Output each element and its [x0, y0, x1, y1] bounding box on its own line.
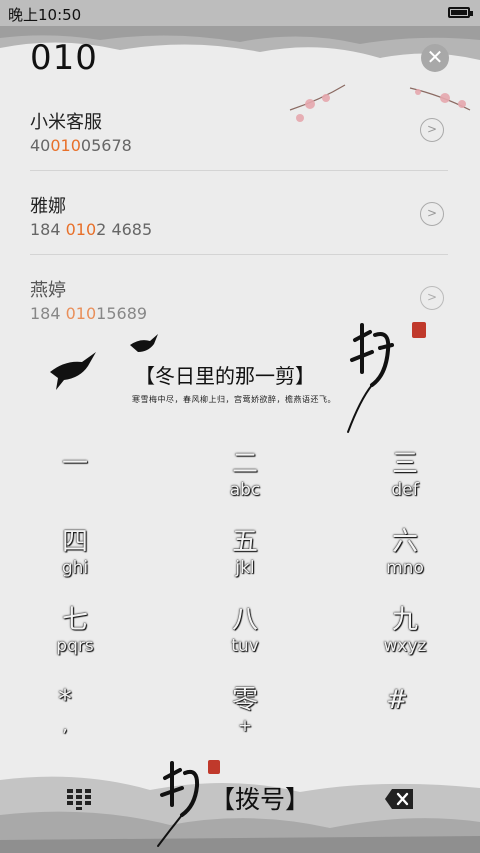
divider: [30, 170, 448, 171]
dialpad-grid-icon[interactable]: [66, 788, 92, 810]
contact-phone: 4001005678: [30, 136, 132, 155]
bottom-action-bar: 【拨号】: [0, 760, 480, 853]
status-bar: 晚上10:50: [0, 0, 480, 26]
key-8[interactable]: 八 tuv: [185, 604, 305, 656]
battery-icon: [448, 7, 473, 18]
clear-input-button[interactable]: ✕: [421, 44, 449, 72]
contact-name: 雅娜: [30, 196, 66, 217]
key-hash[interactable]: #: [337, 684, 457, 716]
key-1[interactable]: 一: [15, 448, 135, 480]
contact-phone: 184 0102 4685: [30, 220, 153, 239]
key-0[interactable]: 零 +: [185, 684, 305, 736]
key-9[interactable]: 九 wxyz: [345, 604, 465, 656]
contact-detail-chevron-icon[interactable]: >: [420, 118, 444, 142]
theme-subtitle: 寒雪梅中尽，春风柳上归，宫莺娇欲醉，檐燕语还飞。: [132, 395, 336, 404]
key-7[interactable]: 七 pqrs: [15, 604, 135, 656]
key-5[interactable]: 五 jkl: [185, 526, 305, 578]
dial-button[interactable]: 【拨号】: [210, 780, 310, 816]
divider: [30, 254, 448, 255]
status-time: 晚上10:50: [8, 6, 82, 24]
key-6[interactable]: 六 mno: [345, 526, 465, 578]
contact-detail-chevron-icon[interactable]: >: [420, 202, 444, 226]
theme-banner: 【冬日里的那一剪】 寒雪梅中尽，春风柳上归，宫莺娇欲醉，檐燕语还飞。: [0, 300, 480, 450]
contact-name: 小米客服: [30, 112, 102, 133]
contact-name: 燕婷: [30, 280, 66, 301]
key-2[interactable]: 二 abc: [185, 448, 305, 500]
key-star[interactable]: * ,: [5, 684, 125, 736]
key-3[interactable]: 三 def: [345, 448, 465, 500]
contact-suggestion[interactable]: 小米客服 4001005678 >: [30, 108, 448, 192]
theme-title: 【冬日里的那一剪】: [135, 364, 315, 388]
dial-input-display[interactable]: 010: [30, 38, 98, 78]
contact-suggestion[interactable]: 雅娜 184 0102 4685 >: [30, 192, 448, 276]
key-4[interactable]: 四 ghi: [15, 526, 135, 578]
backspace-icon[interactable]: [384, 788, 414, 810]
